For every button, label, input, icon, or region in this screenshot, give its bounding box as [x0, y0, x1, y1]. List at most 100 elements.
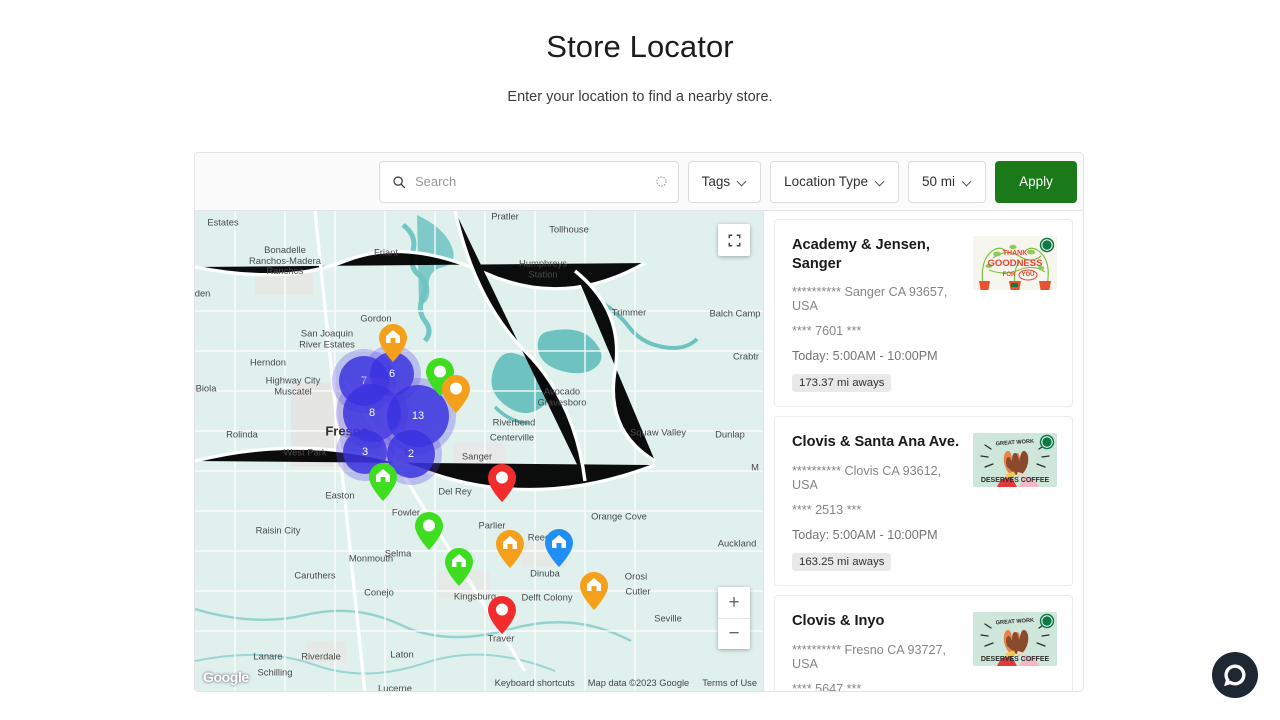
- map-place-label: Crabtr: [732, 350, 760, 362]
- keyboard-shortcuts-link[interactable]: Keyboard shortcuts: [495, 678, 575, 688]
- radius-filter-dropdown[interactable]: 50 mi: [907, 160, 986, 203]
- result-card-address: ********** Sanger CA 93657, USA: [792, 285, 948, 314]
- page-title: Store Locator: [546, 29, 734, 64]
- result-card-distance-badge: 173.37 mi aways: [792, 374, 892, 393]
- result-card-details: Academy & Jensen, Sanger ********** Sange…: [792, 236, 963, 393]
- result-card-title: Clovis & Inyo: [792, 613, 885, 630]
- map-store-pin[interactable]: [487, 595, 517, 635]
- map-place-label: Friant: [374, 246, 398, 258]
- map-place-label: Biola: [195, 382, 217, 394]
- result-card-title: Clovis & Santa Ana Ave.: [792, 434, 960, 451]
- zoom-controls[interactable]: + −: [718, 587, 750, 649]
- svg-text:GOODNESS: GOODNESS: [988, 258, 1043, 269]
- result-card-phone: **** 7601 ***: [792, 324, 862, 339]
- map-place-label: Cutler: [625, 585, 651, 597]
- map-place-label: San Joaquin River Estates: [299, 327, 355, 349]
- map-place-label: Sanger: [461, 450, 493, 462]
- locator-toolbar: Tags Location Type 50 mi Apply: [195, 153, 1083, 211]
- map-place-label: Bonadelle Ranchos-Madera Ranchos: [249, 244, 321, 277]
- search-box[interactable]: [379, 160, 679, 203]
- map-place-label: Highway City Muscatel: [265, 374, 321, 396]
- results-list[interactable]: Academy & Jensen, Sanger ********** Sange…: [763, 211, 1083, 691]
- map-attribution: Keyboard shortcuts Map data ©2023 Google…: [495, 678, 757, 688]
- map-store-pin[interactable]: [444, 547, 474, 587]
- map-place-label: Tollhouse: [549, 223, 589, 235]
- map-place-label: Delft Colony: [521, 591, 573, 603]
- map-store-pin[interactable]: [378, 323, 408, 363]
- svg-text:YOU: YOU: [1021, 272, 1034, 278]
- map-store-pin[interactable]: [414, 511, 444, 551]
- map-store-pin[interactable]: [487, 463, 517, 503]
- map-store-pin[interactable]: [368, 462, 398, 502]
- map-store-pin[interactable]: [544, 528, 574, 568]
- map-place-label: Estates: [207, 216, 239, 228]
- map-place-label: Rolinda: [226, 428, 258, 440]
- map-place-label: Raisin City: [255, 524, 301, 536]
- svg-text:DESERVES COFFEE: DESERVES COFFEE: [981, 656, 1050, 663]
- result-card[interactable]: Clovis & Inyo ********** Fresno CA 93727,…: [774, 595, 1073, 691]
- result-card-details: Clovis & Santa Ana Ave. ********** Clovis…: [792, 433, 963, 572]
- map-place-label: Riverdale: [301, 650, 341, 662]
- map-place-label: West Park: [283, 446, 327, 458]
- result-card[interactable]: Academy & Jensen, Sanger ********** Sange…: [774, 219, 1073, 408]
- map-place-label: Centerville: [489, 431, 535, 443]
- map-place-label: Herndon: [250, 356, 286, 368]
- result-card-details: Clovis & Inyo ********** Fresno CA 93727,…: [792, 612, 963, 691]
- chat-bubble-icon: [1224, 664, 1246, 687]
- map-place-label: Lanare: [253, 650, 283, 662]
- map-place-label: Seville: [654, 612, 682, 624]
- map-place-label: Easton: [325, 489, 355, 501]
- zoom-in-button[interactable]: +: [718, 587, 750, 619]
- map-store-pin[interactable]: [495, 529, 525, 569]
- search-icon: [392, 175, 406, 189]
- map-place-label: Lucerne: [378, 682, 412, 691]
- svg-text:THANK: THANK: [1003, 250, 1028, 257]
- map-place-label: M: [751, 461, 759, 473]
- map-place-label: Squaw Valley: [629, 426, 687, 438]
- map-data-text: Map data ©2023 Google: [587, 678, 690, 688]
- map-place-label: rden: [195, 287, 211, 299]
- terms-of-use-link[interactable]: Terms of Use: [702, 678, 757, 688]
- result-card-phone: **** 5647 ***: [792, 681, 862, 691]
- map-place-label: Del Rey: [438, 485, 472, 497]
- apply-button[interactable]: Apply: [995, 160, 1077, 203]
- map-place-label: Balch Camp: [709, 307, 761, 319]
- fullscreen-icon: [728, 234, 740, 246]
- result-card[interactable]: Clovis & Santa Ana Ave. ********** Clovis…: [774, 416, 1073, 587]
- result-card-distance-badge: 163.25 mi aways: [792, 553, 892, 572]
- map-store-pin[interactable]: [441, 374, 471, 414]
- result-card-thumbnail: GREAT WORK DESERVES COFFEE: [973, 433, 1057, 488]
- results-list-inner: Academy & Jensen, Sanger ********** Sange…: [764, 211, 1083, 691]
- svg-text:DESERVES COFFEE: DESERVES COFFEE: [981, 477, 1050, 484]
- chat-widget-button[interactable]: [1212, 652, 1258, 698]
- locate-me-icon[interactable]: [655, 175, 668, 188]
- radius-filter-label: 50 mi: [921, 174, 955, 189]
- result-card-thumbnail: THANK GOODNESS FOR YOU: [973, 236, 1057, 290]
- search-input[interactable]: [415, 174, 646, 189]
- map-place-label: Selma: [384, 547, 412, 559]
- svg-text:FOR: FOR: [1003, 272, 1016, 278]
- result-card-address: ********** Fresno CA 93727, USA: [792, 642, 947, 671]
- location-type-filter-dropdown[interactable]: Location Type: [770, 160, 899, 203]
- map-place-label: Dinuba: [530, 567, 560, 579]
- tags-filter-label: Tags: [701, 174, 731, 189]
- map-place-label: Dunlap: [715, 428, 745, 440]
- page-subtitle: Enter your location to find a nearby sto…: [507, 89, 773, 106]
- locator-body: Estates Bonadelle Ranchos-Madera Ranchos F…: [195, 211, 1083, 691]
- map-place-label: Riverbend: [492, 416, 536, 428]
- result-card-hours: Today: 5:00AM - 10:00PM: [792, 528, 938, 543]
- zoom-out-button[interactable]: −: [718, 619, 750, 650]
- tags-filter-dropdown[interactable]: Tags: [687, 160, 762, 203]
- chevron-down-icon: [738, 177, 747, 186]
- map-place-label: Humphreys Station: [519, 257, 567, 279]
- result-card-hours: Today: 5:00AM - 10:00PM: [792, 349, 938, 364]
- location-type-filter-label: Location Type: [784, 174, 868, 189]
- map-place-label: Laton: [390, 648, 414, 660]
- map-place-label: Schilling: [257, 666, 293, 678]
- page-header: Store Locator Enter your location to fin…: [0, 0, 1280, 105]
- fullscreen-button[interactable]: [718, 224, 750, 256]
- map[interactable]: Estates Bonadelle Ranchos-Madera Ranchos F…: [195, 211, 763, 691]
- map-store-pin[interactable]: [579, 571, 609, 611]
- result-card-phone: **** 2513 ***: [792, 503, 862, 518]
- chevron-down-icon: [876, 177, 885, 186]
